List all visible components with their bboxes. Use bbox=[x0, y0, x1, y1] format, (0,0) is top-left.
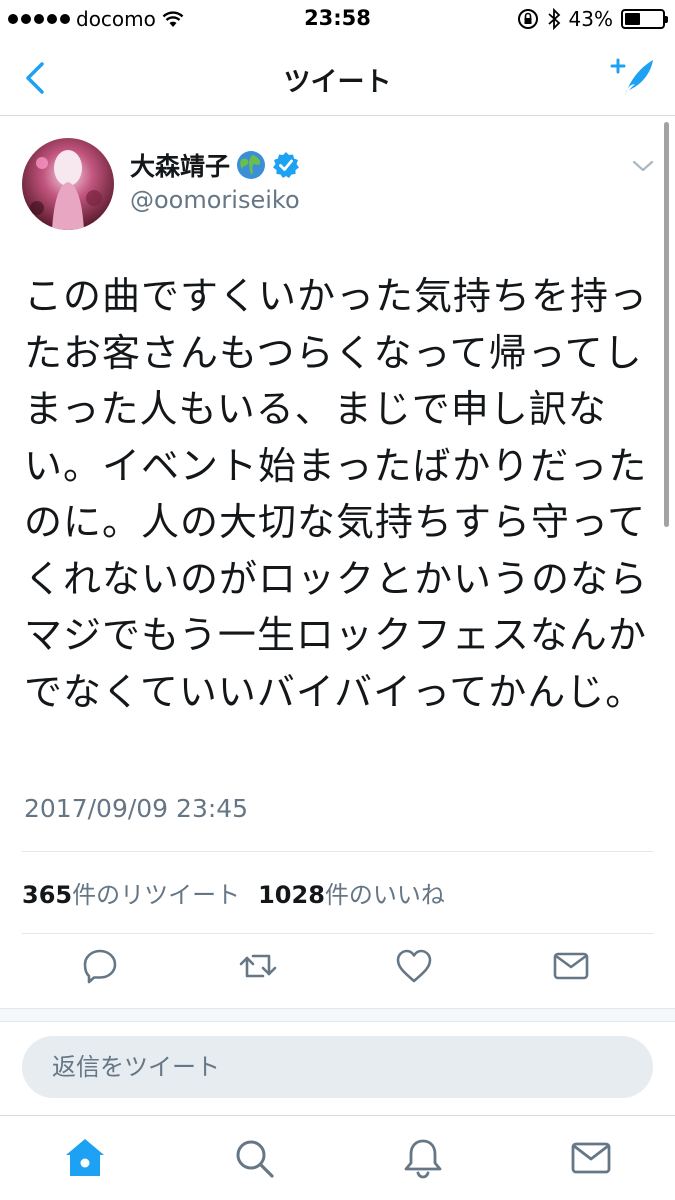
home-icon[interactable] bbox=[63, 1136, 107, 1180]
retweet-stat[interactable]: 365件のリツイート bbox=[22, 875, 240, 910]
reply-input[interactable]: 返信をツイート bbox=[22, 1036, 653, 1098]
compose-tweet-icon[interactable] bbox=[609, 54, 657, 102]
tweet-actions bbox=[0, 946, 675, 996]
battery-level bbox=[625, 13, 641, 25]
reply-icon[interactable] bbox=[80, 946, 120, 986]
divider bbox=[22, 851, 653, 852]
avatar[interactable] bbox=[22, 138, 114, 230]
navigation-bar: ツイート bbox=[0, 40, 675, 116]
globe-emoji-icon bbox=[237, 151, 266, 179]
like-stat[interactable]: 1028件のいいね bbox=[258, 875, 445, 910]
status-bar: docomo 23:58 43% bbox=[0, 0, 675, 40]
orientation-lock-icon bbox=[517, 9, 538, 29]
verified-badge-icon bbox=[273, 152, 300, 178]
tweet-timestamp: 2017/09/09 23:45 bbox=[24, 794, 249, 823]
notifications-icon[interactable] bbox=[401, 1136, 445, 1180]
section-separator bbox=[0, 1008, 675, 1022]
messages-icon[interactable] bbox=[569, 1136, 613, 1180]
divider bbox=[22, 933, 653, 934]
like-icon[interactable] bbox=[394, 946, 434, 986]
battery-icon bbox=[621, 9, 668, 29]
caret-down-icon[interactable] bbox=[631, 158, 655, 174]
retweet-label: 件のリツイート bbox=[72, 881, 241, 909]
like-count: 1028 bbox=[258, 881, 325, 909]
battery-percent: 43% bbox=[568, 7, 613, 31]
tweet-text: この曲ですくいかった気持ちを持ったお客さんもつらくなって帰ってしまった人もいる、… bbox=[24, 274, 649, 714]
direct-message-icon[interactable] bbox=[551, 946, 591, 986]
bluetooth-icon bbox=[547, 8, 560, 30]
scroll-indicator[interactable] bbox=[664, 122, 669, 527]
page-title: ツイート bbox=[283, 67, 392, 98]
user-name-row[interactable]: 大森靖子 bbox=[130, 147, 300, 183]
like-label: 件のいいね bbox=[324, 881, 445, 909]
search-icon[interactable] bbox=[232, 1136, 276, 1180]
status-right: 43% bbox=[517, 7, 668, 31]
retweet-icon[interactable] bbox=[238, 946, 278, 986]
tab-bar bbox=[0, 1115, 675, 1200]
display-name[interactable]: 大森靖子 bbox=[130, 147, 230, 183]
tweet-stats: 365件のリツイート 1028件のいいね bbox=[22, 875, 445, 910]
user-handle[interactable]: @oomoriseiko bbox=[130, 186, 300, 214]
retweet-count: 365 bbox=[22, 881, 73, 909]
